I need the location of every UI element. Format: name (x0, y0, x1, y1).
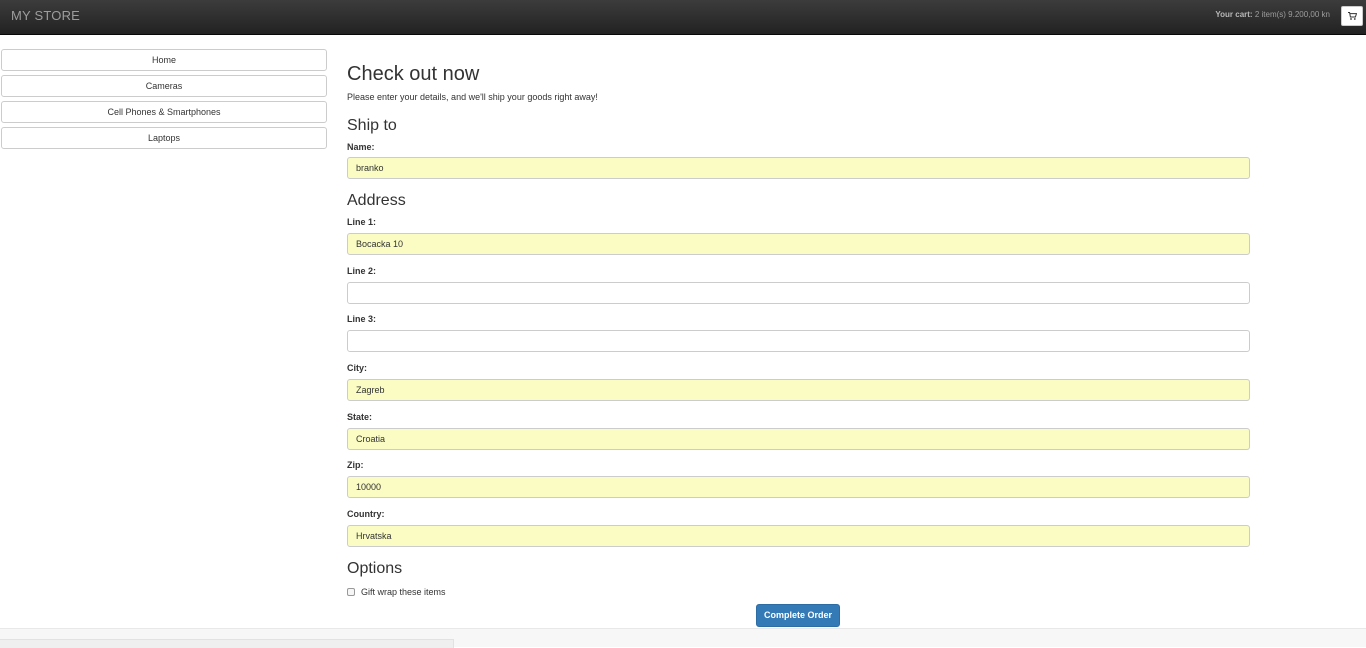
gift-wrap-checkbox[interactable] (347, 588, 355, 596)
complete-order-button[interactable]: Complete Order (756, 604, 840, 627)
category-sidebar: Home Cameras Cell Phones & Smartphones L… (1, 49, 327, 153)
country-label: Country: (347, 509, 385, 519)
line2-input[interactable] (347, 282, 1250, 304)
bottom-scroll-area (0, 628, 1366, 648)
line3-label: Line 3: (347, 314, 377, 324)
state-label: State: (347, 412, 373, 422)
category-laptops-button[interactable]: Laptops (1, 127, 327, 149)
name-label: Name: (347, 142, 375, 152)
checkout-cart-button[interactable] (1341, 6, 1363, 26)
category-phones-button[interactable]: Cell Phones & Smartphones (1, 101, 327, 123)
category-home-button[interactable]: Home (1, 49, 327, 71)
brand-link[interactable]: MY STORE (11, 8, 80, 23)
horizontal-scrollbar[interactable] (0, 639, 454, 648)
top-navbar: MY STORE Your cart: 2 item(s) 9.200,00 k… (0, 0, 1366, 35)
cart-summary: Your cart: 2 item(s) 9.200,00 kn (1215, 10, 1330, 19)
cart-label: Your cart: (1215, 10, 1253, 19)
line3-input[interactable] (347, 330, 1250, 352)
zip-label: Zip: (347, 460, 364, 470)
country-input[interactable] (347, 525, 1250, 547)
zip-input[interactable] (347, 476, 1250, 498)
cart-summary-text: 2 item(s) 9.200,00 kn (1254, 10, 1330, 19)
category-cameras-button[interactable]: Cameras (1, 75, 327, 97)
page-title: Check out now (347, 63, 480, 85)
line2-label: Line 2: (347, 266, 377, 276)
gift-wrap-option: Gift wrap these items (347, 587, 446, 597)
checkout-intro: Please enter your details, and we'll shi… (347, 92, 598, 102)
state-input[interactable] (347, 428, 1250, 450)
line1-input[interactable] (347, 233, 1250, 255)
line1-label: Line 1: (347, 217, 377, 227)
shopping-cart-icon (1347, 12, 1357, 20)
ship-to-heading: Ship to (347, 117, 397, 134)
address-heading: Address (347, 192, 406, 209)
city-input[interactable] (347, 379, 1250, 401)
gift-wrap-label[interactable]: Gift wrap these items (361, 587, 446, 597)
options-heading: Options (347, 560, 403, 577)
city-label: City: (347, 363, 367, 373)
name-input[interactable] (347, 157, 1250, 179)
